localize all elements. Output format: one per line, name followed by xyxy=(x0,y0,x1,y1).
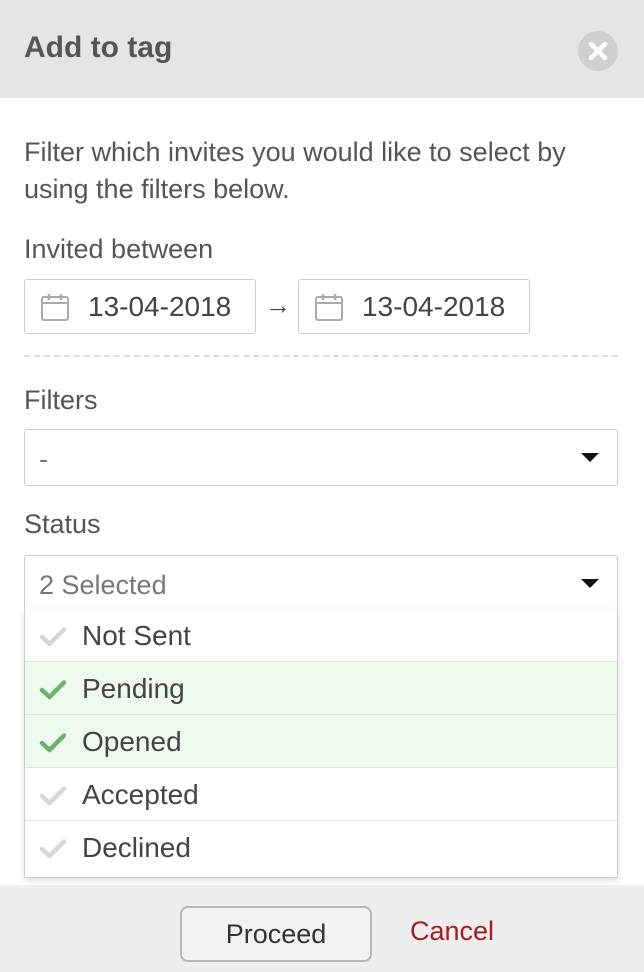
status-option-declined[interactable]: Declined xyxy=(25,821,617,874)
status-select[interactable]: 2 Selected xyxy=(24,555,618,610)
proceed-button[interactable]: Proceed xyxy=(180,906,372,962)
filters-select-value: - xyxy=(39,444,48,474)
calendar-icon xyxy=(314,292,344,327)
caret-down-icon xyxy=(581,579,599,588)
filters-label: Filters xyxy=(24,385,98,415)
status-dropdown: Not Sent Pending Opened Accepted Decline… xyxy=(24,609,618,878)
status-select-value: 2 Selected xyxy=(39,570,167,600)
filters-select[interactable]: - xyxy=(24,429,618,486)
check-icon xyxy=(39,626,67,653)
status-option-not-sent[interactable]: Not Sent xyxy=(25,609,617,662)
check-icon xyxy=(39,679,67,706)
intro-text: Filter which invites you would like to s… xyxy=(24,137,566,204)
option-label: Pending xyxy=(82,673,185,704)
date-from-value: 13-04-2018 xyxy=(88,291,232,322)
status-option-pending[interactable]: Pending xyxy=(25,662,617,715)
date-to-field[interactable]: 13-04-2018 xyxy=(298,279,530,334)
check-icon xyxy=(39,785,67,812)
status-option-accepted[interactable]: Accepted xyxy=(25,768,617,821)
option-label: Declined xyxy=(82,832,191,863)
option-label: Accepted xyxy=(82,779,199,810)
section-divider xyxy=(24,355,618,357)
close-icon[interactable] xyxy=(578,31,618,71)
check-icon xyxy=(39,838,67,865)
cancel-link[interactable]: Cancel xyxy=(410,913,494,949)
calendar-icon xyxy=(40,292,70,327)
dialog-footer: Proceed Cancel xyxy=(0,885,644,972)
option-label: Opened xyxy=(82,726,182,757)
caret-down-icon xyxy=(581,453,599,462)
arrow-right-icon: → xyxy=(265,290,291,320)
dialog-header: Add to tag xyxy=(0,0,644,98)
date-to-value: 13-04-2018 xyxy=(362,291,506,322)
status-option-opened[interactable]: Opened xyxy=(25,715,617,768)
check-icon xyxy=(39,732,67,759)
date-from-field[interactable]: 13-04-2018 xyxy=(24,279,256,334)
option-label: Not Sent xyxy=(82,620,191,651)
status-label: Status xyxy=(24,509,101,539)
dialog-title: Add to tag xyxy=(24,31,173,64)
invited-between-label: Invited between xyxy=(24,234,214,264)
